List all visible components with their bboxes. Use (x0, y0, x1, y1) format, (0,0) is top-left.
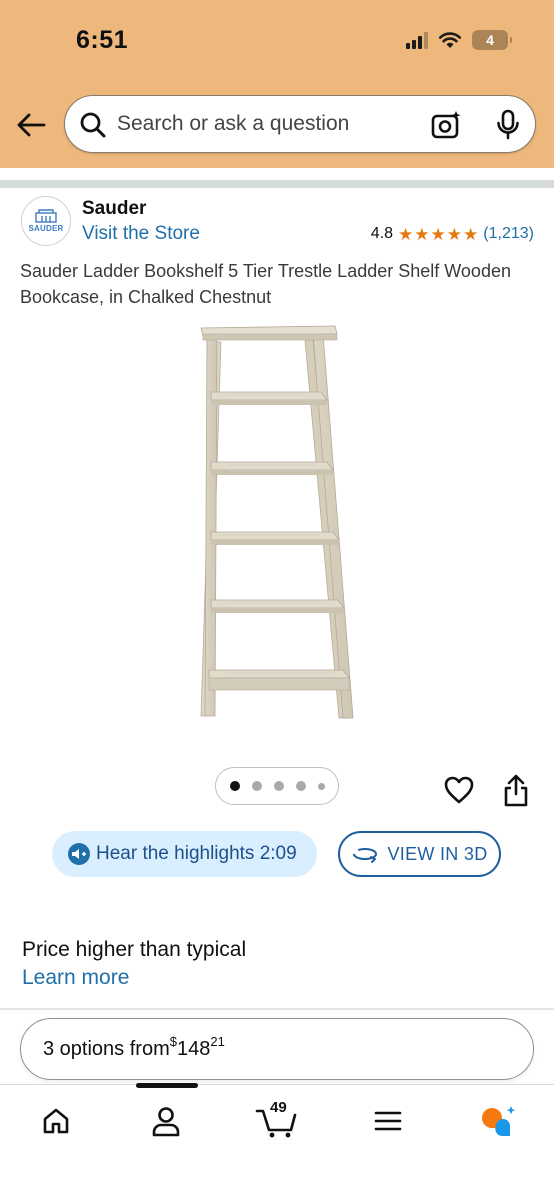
status-icons: 4 (406, 30, 512, 50)
nav-account[interactable] (142, 1101, 190, 1141)
brand-name: Sauder (82, 198, 147, 219)
carousel-dot[interactable] (295, 781, 306, 791)
product-title: Sauder Ladder Bookshelf 5 Tier Trestle L… (20, 261, 511, 307)
image-carousel-indicator[interactable] (215, 767, 339, 805)
view-in-3d-label: VIEW IN 3D (387, 843, 488, 864)
heart-icon[interactable] (443, 774, 475, 806)
camera-search-icon[interactable] (431, 110, 463, 140)
buying-options-button[interactable]: 3 options from $ 148 21 (20, 1018, 534, 1080)
active-tab-indicator (136, 1083, 198, 1088)
view-in-3d-button[interactable]: VIEW IN 3D (338, 831, 501, 877)
rufus-assistant-icon (482, 1106, 515, 1137)
star-icon: ★ (414, 224, 430, 244)
visit-store-link[interactable]: Visit the Store (82, 223, 200, 245)
bottom-nav: 49 (0, 1083, 554, 1200)
rotate-3d-icon (353, 848, 378, 863)
brand-logo-text: SAUDER (28, 224, 64, 233)
price-fraction: 21 (210, 1033, 225, 1049)
carousel-dot[interactable] (273, 781, 284, 791)
app-header: 6:51 4 (0, 0, 554, 168)
share-icon[interactable] (502, 774, 530, 808)
wifi-icon (438, 32, 462, 48)
home-icon (43, 1108, 69, 1134)
options-label: 3 options from (43, 1037, 170, 1060)
price-currency: $ (169, 1033, 177, 1049)
star-rating: ★ ★ ★ ★ ★ (398, 226, 478, 243)
learn-more-link[interactable]: Learn more (22, 966, 129, 990)
status-time: 6:51 (76, 26, 129, 54)
cart-count-badge: 49 (270, 1099, 287, 1116)
brand-logo-icon (35, 209, 57, 223)
section-divider (0, 1008, 554, 1010)
section-divider (0, 180, 554, 188)
hear-highlights-button[interactable]: Hear the highlights 2:09 (52, 831, 317, 877)
price-note: Price higher than typical (22, 938, 247, 961)
rating-value: 4.8 (370, 225, 394, 242)
brand-logo[interactable]: SAUDER (21, 196, 71, 246)
star-icon: ★ (430, 224, 446, 244)
signal-icon (406, 31, 428, 49)
star-icon: ★ (446, 224, 463, 244)
rating-summary[interactable]: 4.8 ★ ★ ★ ★ ★ (1,213) (371, 225, 534, 243)
rating-count[interactable]: (1,213) (483, 225, 534, 243)
search-bar[interactable] (64, 95, 536, 153)
nav-rufus[interactable] (474, 1101, 522, 1141)
search-icon (80, 112, 106, 138)
carousel-dot[interactable] (317, 782, 325, 790)
microphone-icon[interactable] (495, 109, 521, 141)
star-icon: ★ (398, 224, 414, 244)
profile-icon (152, 1107, 180, 1137)
product-image[interactable] (195, 320, 360, 725)
menu-icon (374, 1111, 402, 1131)
battery-icon: 4 (472, 30, 512, 50)
carousel-dot[interactable] (251, 781, 262, 791)
back-arrow-icon[interactable] (14, 108, 48, 142)
hear-highlights-label: Hear the highlights 2:09 (96, 843, 297, 864)
price-whole: 148 (176, 1037, 211, 1060)
nav-home[interactable] (32, 1101, 80, 1141)
carousel-dot[interactable] (229, 781, 240, 791)
nav-menu[interactable] (364, 1101, 412, 1141)
speaker-icon (68, 843, 90, 865)
search-input[interactable] (117, 110, 417, 138)
star-icon: ★ (463, 224, 479, 244)
